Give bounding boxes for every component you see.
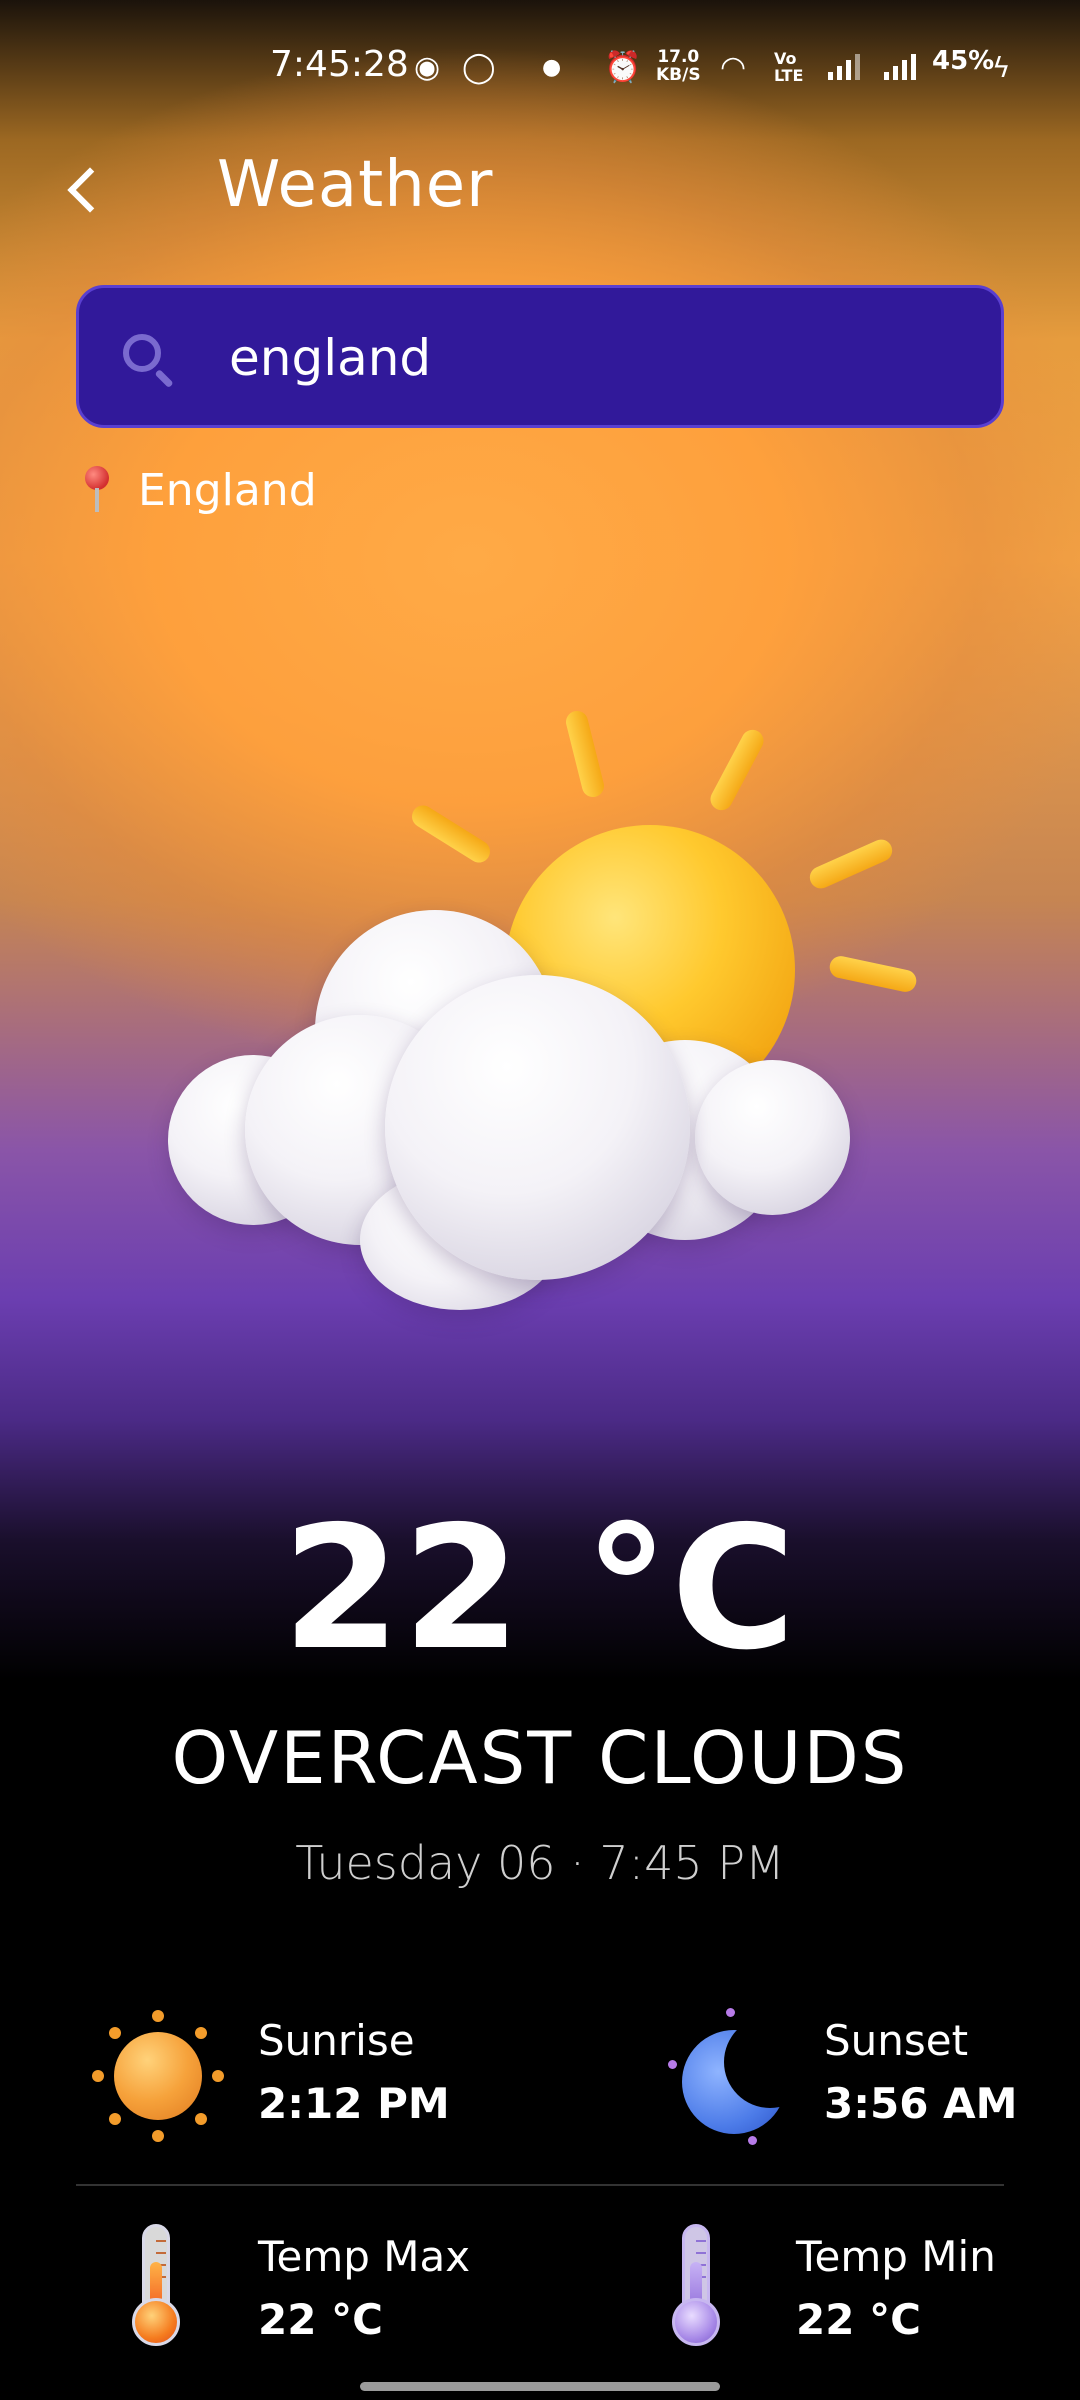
search-icon <box>121 332 177 389</box>
search-input[interactable] <box>229 318 969 398</box>
map-pin-icon <box>80 466 114 514</box>
sunrise-value: 2:12 PM <box>258 2079 450 2128</box>
alarm-icon: ⏰ <box>604 50 642 85</box>
volte-indicator: Vo LTE <box>774 50 803 84</box>
sunset-stat: Sunset 3:56 AM <box>824 2016 1017 2128</box>
discord-icon: ◉ <box>414 50 441 85</box>
sunset-label: Sunset <box>824 2016 969 2065</box>
temp-min-stat: Temp Min 22 °C <box>796 2232 996 2344</box>
date-time: Tuesday 06 · 7:45 PM <box>295 1836 785 1890</box>
sunset-value: 3:56 AM <box>824 2079 1018 2128</box>
battery-level: 45% <box>932 46 995 76</box>
sunrise-label: Sunrise <box>258 2016 415 2065</box>
sunrise-stat: Sunrise 2:12 PM <box>258 2016 450 2128</box>
search-bar[interactable] <box>76 285 1004 428</box>
network-speed: 17.0 KB/S <box>656 48 701 84</box>
location-name: England <box>138 464 317 516</box>
location-result[interactable]: England <box>80 458 317 522</box>
back-button[interactable] <box>60 164 112 216</box>
app-header: Weather <box>0 140 1080 240</box>
whatsapp-icon: ◯ <box>462 50 496 85</box>
page-title: Weather <box>217 148 494 222</box>
current-temperature: 22 °C <box>282 1490 798 1688</box>
notification-dot-icon: ● <box>542 55 562 80</box>
stats-divider <box>76 2184 1004 2186</box>
temp-max-stat: Temp Max 22 °C <box>258 2232 470 2344</box>
signal-bars-2-icon <box>884 52 916 80</box>
temp-max-label: Temp Max <box>258 2232 471 2281</box>
temp-max-value: 22 °C <box>258 2295 383 2344</box>
charging-icon: ϟ <box>992 51 1011 84</box>
volte-bottom: LTE <box>774 66 804 85</box>
signal-bars-icon <box>828 52 860 80</box>
sun-behind-cloud-icon <box>150 690 930 1330</box>
moon-icon <box>668 2008 816 2145</box>
wifi-icon: ◠ <box>720 50 747 85</box>
temp-min-label: Temp Min <box>796 2232 996 2281</box>
status-time: 7:45:28 <box>270 44 409 85</box>
home-indicator[interactable] <box>360 2382 720 2391</box>
thermometer-cold-icon <box>666 2224 726 2346</box>
network-speed-value: 17.0 <box>657 47 700 67</box>
weather-condition: OVERCAST CLOUDS <box>171 1716 909 1800</box>
network-speed-unit: KB/S <box>656 65 701 85</box>
status-bar: 7:45:28 ◉ ◯ ● ⏰ 17.0 KB/S ◠ Vo LTE 45% ϟ <box>0 44 1080 92</box>
sunrise-sun-icon <box>92 2010 224 2142</box>
thermometer-hot-icon <box>126 2224 186 2346</box>
temp-min-value: 22 °C <box>796 2295 921 2344</box>
